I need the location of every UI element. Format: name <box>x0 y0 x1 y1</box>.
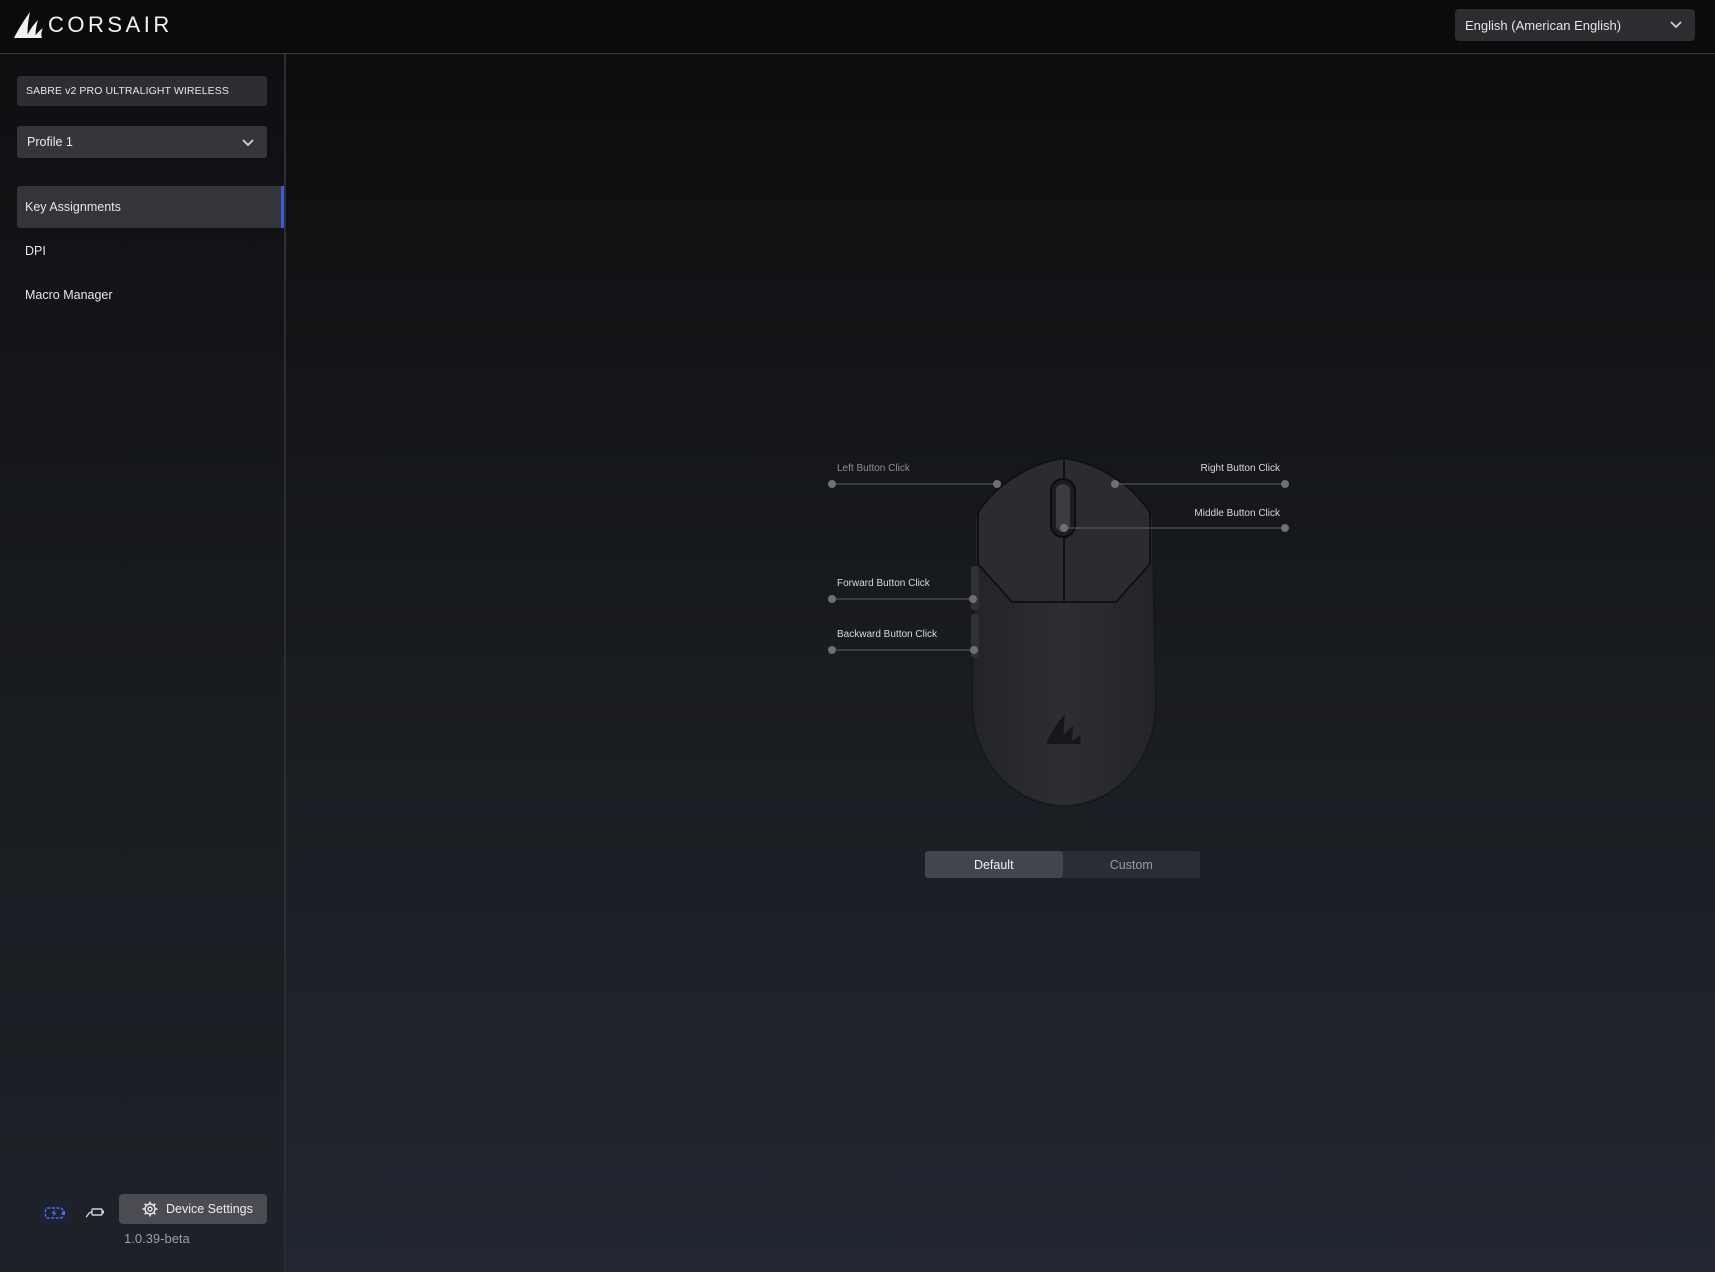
language-select-value: English (American English) <box>1465 17 1622 33</box>
callout-dot <box>970 646 978 654</box>
chevron-down-icon <box>1670 21 1682 29</box>
sidebar-item-macro-manager[interactable]: Macro Manager <box>17 274 284 316</box>
mouse-diagram <box>828 454 1289 808</box>
wireless-dongle-icon <box>85 1208 104 1218</box>
layout-mode-toggle: Default Custom <box>925 851 1200 878</box>
top-bar: CORSAIR English (American English) <box>0 0 1715 54</box>
backward-button-callout[interactable]: Backward Button Click <box>837 629 937 640</box>
default-mode-button[interactable]: Default <box>925 851 1063 878</box>
left-button-callout[interactable]: Left Button Click <box>837 463 910 474</box>
callout-dot <box>1060 524 1068 532</box>
battery-charging-icon <box>44 1207 65 1219</box>
sidebar: SABRE v2 PRO ULTRALIGHT WIRELESS Profile… <box>0 54 286 1272</box>
sidebar-item-dpi[interactable]: DPI <box>17 230 284 272</box>
key-assignments-panel: Left Button Click Right Button Click Mid… <box>286 54 1715 1272</box>
device-name-label: SABRE v2 PRO ULTRALIGHT WIRELESS <box>26 85 229 97</box>
corsair-sails-icon <box>14 12 43 38</box>
callout-dot <box>1111 480 1119 488</box>
middle-button-callout[interactable]: Middle Button Click <box>1156 508 1280 519</box>
battery-status-button[interactable] <box>40 1199 70 1227</box>
sidebar-item-label: Key Assignments <box>25 200 121 214</box>
forward-button-callout[interactable]: Forward Button Click <box>837 578 930 589</box>
mouse-body <box>970 454 1158 808</box>
sidebar-item-label: Macro Manager <box>25 288 113 302</box>
custom-mode-button[interactable]: Custom <box>1063 851 1201 878</box>
app-version: 1.0.39-beta <box>124 1231 190 1246</box>
callout-dot <box>828 595 836 603</box>
device-name-field[interactable]: SABRE v2 PRO ULTRALIGHT WIRELESS <box>17 76 267 106</box>
callout-dot <box>993 480 1001 488</box>
profile-select[interactable]: Profile 1 <box>17 126 267 158</box>
device-settings-button[interactable]: Device Settings <box>119 1194 267 1224</box>
callout-dot <box>1281 480 1289 488</box>
right-button-callout[interactable]: Right Button Click <box>1156 463 1280 474</box>
brand-wordmark: CORSAIR <box>48 12 173 37</box>
callout-dot <box>828 480 836 488</box>
language-select[interactable]: English (American English) <box>1455 9 1695 41</box>
chevron-down-icon <box>242 139 254 147</box>
callout-dot <box>1281 524 1289 532</box>
gear-icon <box>142 1201 158 1217</box>
corsair-logo: CORSAIR <box>12 8 173 42</box>
connection-button[interactable] <box>80 1199 110 1227</box>
sidebar-item-key-assignments[interactable]: Key Assignments <box>17 186 284 228</box>
sidebar-item-label: DPI <box>25 244 46 258</box>
profile-select-value: Profile 1 <box>27 135 73 149</box>
callout-dot <box>969 595 977 603</box>
callout-dot <box>828 646 836 654</box>
device-settings-label: Device Settings <box>166 1202 253 1216</box>
